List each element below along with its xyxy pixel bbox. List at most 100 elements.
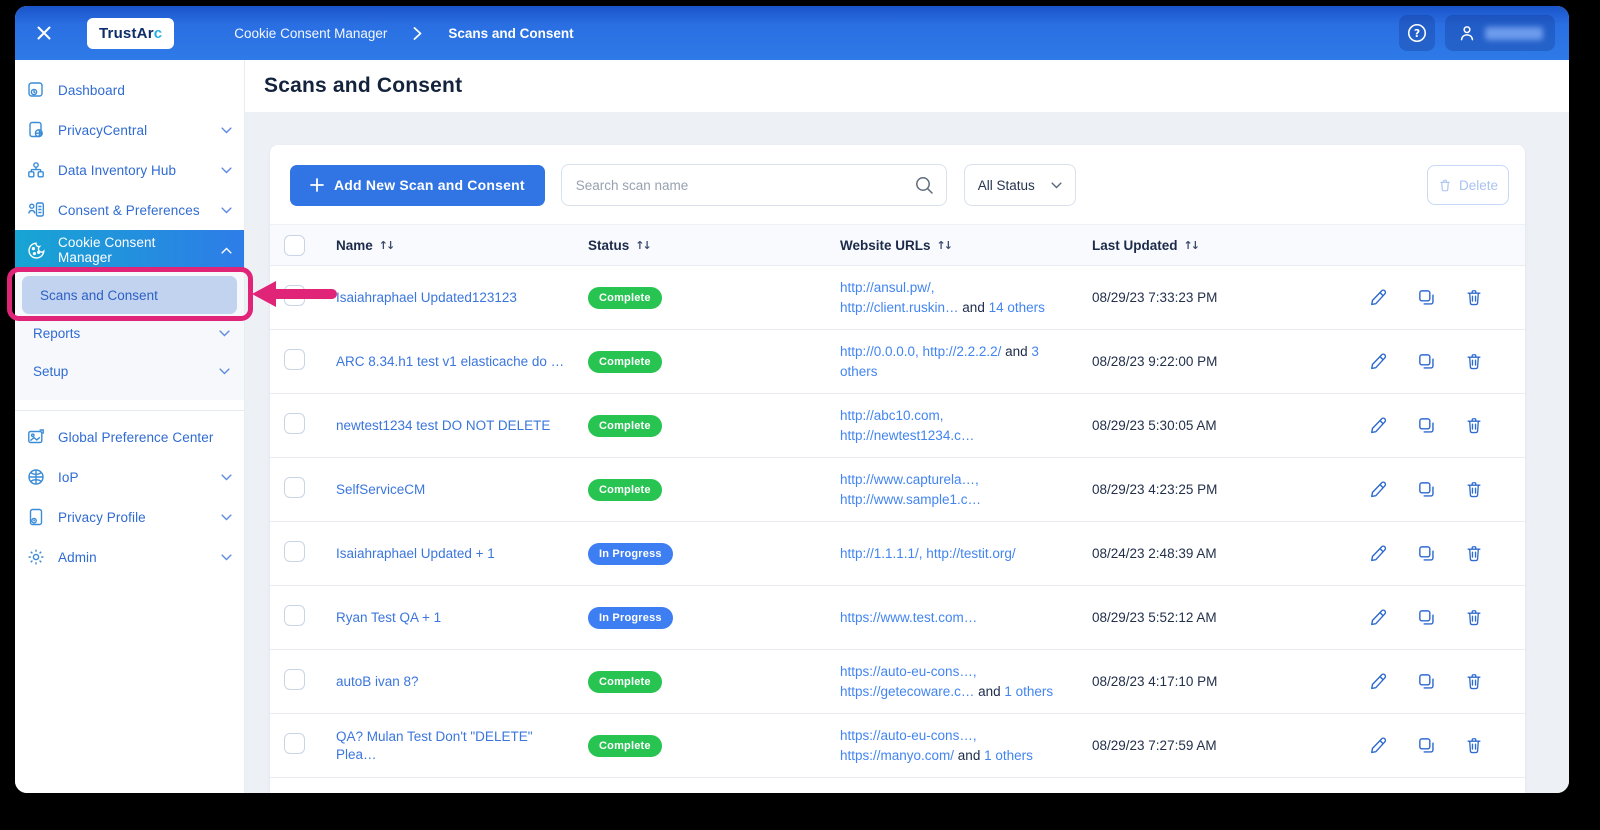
sidebar-subitem-setup[interactable]: Setup (15, 352, 244, 390)
delete-row-button[interactable] (1465, 352, 1483, 371)
add-new-scan-button[interactable]: Add New Scan and Consent (290, 164, 545, 206)
image-icon (26, 427, 46, 447)
question-icon: ? (1406, 22, 1428, 44)
sidebar-item-data-inventory-hub[interactable]: Data Inventory Hub (15, 150, 244, 190)
url-link[interactable]: http://1.1.1.1/, http://testit.org/ (840, 546, 1016, 561)
search-input[interactable] (560, 164, 947, 206)
edit-button[interactable] (1369, 608, 1388, 627)
duplicate-button[interactable] (1417, 480, 1436, 499)
scan-name-link[interactable]: QA? Mulan Test Don't "DELETE" Plea… (336, 729, 533, 762)
pencil-icon (1369, 480, 1388, 499)
url-link[interactable]: 1 others (1004, 684, 1053, 699)
duplicate-button[interactable] (1417, 608, 1436, 627)
url-link[interactable]: http://0.0.0.0, http://2.2.2.2/ (840, 344, 1001, 359)
url-link[interactable]: https://www.test.com… (840, 610, 977, 625)
delete-row-button[interactable] (1465, 608, 1483, 627)
sidebar-subitem-scans-and-consent[interactable]: Scans and Consent (22, 276, 237, 314)
url-link[interactable]: http://ansul.pw/, (840, 280, 935, 295)
sidebar-item-dashboard[interactable]: Dashboard (15, 70, 244, 110)
status-badge: In Progress (588, 606, 673, 629)
trash-icon (1465, 480, 1483, 499)
scan-name-link[interactable]: SelfServiceCM (336, 482, 439, 497)
sort-icon[interactable]: ↑↓ (1184, 239, 1201, 252)
sort-icon[interactable]: ↑↓ (635, 239, 652, 252)
user-menu-button[interactable] (1445, 15, 1555, 51)
sidebar-subitem-reports[interactable]: Reports (15, 314, 244, 352)
sort-icon[interactable]: ↑↓ (379, 239, 396, 252)
row-checkbox[interactable] (284, 412, 305, 434)
url-link[interactable]: 1 others (984, 748, 1033, 763)
row-checkbox[interactable] (284, 284, 305, 306)
sidebar-item-consent-preferences[interactable]: Consent & Preferences (15, 190, 244, 230)
duplicate-button[interactable] (1417, 544, 1436, 563)
url-link[interactable]: http://client.ruskin… (840, 300, 959, 315)
url-link[interactable]: https://getecoware.c… (840, 684, 974, 699)
sidebar-item-global-preference-center[interactable]: Global Preference Center (15, 417, 244, 457)
edit-button[interactable] (1369, 672, 1388, 691)
sidebar-item-iop[interactable]: IoP (15, 457, 244, 497)
select-all-checkbox[interactable] (284, 234, 305, 256)
consent-preferences-icon (26, 200, 46, 220)
url-link[interactable]: http://www.sample1.c… (840, 492, 981, 507)
duplicate-button[interactable] (1417, 736, 1436, 755)
scan-name-link[interactable]: Isaiahraphael Updated + 1 (336, 546, 509, 561)
chevron-down-icon (221, 206, 232, 214)
scan-name-link[interactable]: Isaiahraphael Updated123123 (336, 290, 531, 305)
table-header: Name ↑↓ Status ↑↓ Website URLs ↑↓ Last Upda… (270, 224, 1525, 266)
pencil-icon (1369, 544, 1388, 563)
scan-name-link[interactable]: ARC 8.34.h1 test v1 elasticache do … (336, 354, 578, 369)
trash-icon (1438, 178, 1452, 193)
edit-button[interactable] (1369, 544, 1388, 563)
sort-icon[interactable]: ↑↓ (937, 239, 954, 252)
delete-button[interactable]: Delete (1427, 165, 1509, 205)
copy-icon (1417, 416, 1436, 435)
delete-row-button[interactable] (1465, 480, 1483, 499)
edit-button[interactable] (1369, 288, 1388, 307)
delete-row-button[interactable] (1465, 672, 1483, 691)
search-icon[interactable] (914, 175, 934, 200)
delete-row-button[interactable] (1465, 736, 1483, 755)
row-checkbox[interactable] (284, 604, 305, 626)
duplicate-button[interactable] (1417, 352, 1436, 371)
url-link[interactable]: https://auto-eu-cons…, (840, 728, 977, 743)
sidebar-item-privacy-profile[interactable]: Privacy Profile (15, 497, 244, 537)
url-text: and (958, 299, 989, 315)
scan-name-link[interactable]: Ryan Test QA + 1 (336, 610, 455, 625)
url-link[interactable]: 14 others (989, 300, 1045, 315)
plus-icon (310, 178, 324, 192)
edit-button[interactable] (1369, 480, 1388, 499)
delete-row-button[interactable] (1465, 544, 1483, 563)
table-row: Isaiahraphael Updated123123 Complete http:… (270, 266, 1525, 330)
delete-row-button[interactable] (1465, 416, 1483, 435)
duplicate-button[interactable] (1417, 672, 1436, 691)
status-filter-dropdown[interactable]: All Status (963, 164, 1076, 206)
row-checkbox[interactable] (284, 540, 305, 562)
edit-button[interactable] (1369, 736, 1388, 755)
delete-row-button[interactable] (1465, 288, 1483, 307)
scan-name-link[interactable]: autoB ivan 8? (336, 674, 433, 689)
row-checkbox[interactable] (284, 732, 305, 754)
url-link[interactable]: http://newtest1234.c… (840, 428, 974, 443)
edit-button[interactable] (1369, 416, 1388, 435)
sidebar-item-cookie-consent-manager[interactable]: Cookie Consent Manager (15, 230, 244, 270)
trustarc-logo[interactable]: TrustArc (87, 17, 175, 49)
scan-name-link[interactable]: newtest1234 test DO NOT DELETE (336, 418, 564, 433)
table-row: Ryan Test QA + 1 In Progress https://www.t… (270, 586, 1525, 650)
duplicate-button[interactable] (1417, 416, 1436, 435)
url-link[interactable]: http://abc10.com, (840, 408, 944, 423)
breadcrumb-app[interactable]: Cookie Consent Manager (234, 26, 387, 41)
close-icon[interactable] (29, 18, 59, 48)
row-checkbox[interactable] (284, 668, 305, 690)
edit-button[interactable] (1369, 352, 1388, 371)
help-button[interactable]: ? (1399, 15, 1435, 51)
row-checkbox[interactable] (284, 476, 305, 498)
sidebar-item-privacycentral[interactable]: PrivacyCentral (15, 110, 244, 150)
url-link[interactable]: https://manyo.com/ (840, 748, 954, 763)
copy-icon (1417, 736, 1436, 755)
duplicate-button[interactable] (1417, 288, 1436, 307)
url-link[interactable]: http://www.capturela…, (840, 472, 979, 487)
sidebar-item-admin[interactable]: Admin (15, 537, 244, 577)
row-checkbox[interactable] (284, 348, 305, 370)
website-urls-cell: https://auto-eu-cons…, https://getecoware… (840, 662, 1092, 702)
url-link[interactable]: https://auto-eu-cons…, (840, 664, 977, 679)
